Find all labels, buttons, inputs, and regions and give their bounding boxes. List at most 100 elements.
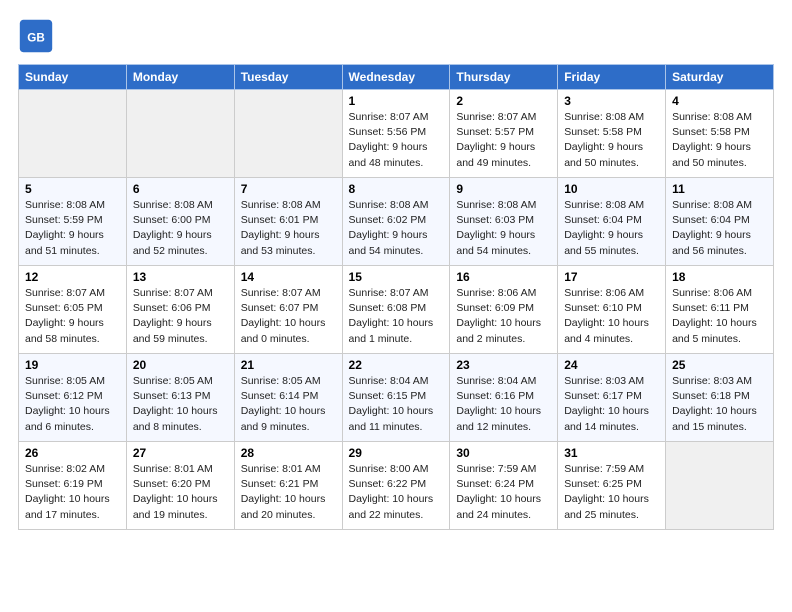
calendar-day-21: 21Sunrise: 8:05 AM Sunset: 6:14 PM Dayli… — [234, 354, 342, 442]
weekday-header-saturday: Saturday — [666, 65, 774, 90]
day-info: Sunrise: 8:03 AM Sunset: 6:18 PM Dayligh… — [672, 374, 767, 435]
day-number: 23 — [456, 358, 551, 372]
day-info: Sunrise: 8:06 AM Sunset: 6:09 PM Dayligh… — [456, 286, 551, 347]
calendar-day-3: 3 Sunrise: 8:08 AM Sunset: 5:58 PM Daylig… — [558, 90, 666, 178]
day-info: Sunrise: 8:04 AM Sunset: 6:15 PM Dayligh… — [349, 374, 444, 435]
calendar-week-row: 19 Sunrise: 8:05 AM Sunset: 6:12 PM Dayli… — [19, 354, 774, 442]
day-info: Sunrise: 8:08 AM Sunset: 6:04 PM Dayligh… — [672, 198, 767, 259]
logo: GB — [18, 18, 60, 54]
day-info: Sunrise: 8:08 AM Sunset: 6:04 PM Dayligh… — [564, 198, 659, 259]
day-info: Sunrise: 8:05 AM Sunset: 6:12 PM Dayligh… — [25, 374, 120, 435]
calendar-day-23: 23 Sunrise: 8:04 AM Sunset: 6:16 PM Dayli… — [450, 354, 558, 442]
day-number: 1 — [349, 94, 444, 108]
day-info: Sunrise: 8:05 AM Sunset: 6:13 PM Dayligh… — [133, 374, 228, 435]
day-info: Sunrise: 8:03 AM Sunset: 6:17 PM Dayligh… — [564, 374, 659, 435]
day-info: Sunrise: 8:01 AM Sunset: 6:20 PM Dayligh… — [133, 462, 228, 523]
calendar-day-6: 6 Sunrise: 8:08 AM Sunset: 6:00 PM Daylig… — [126, 178, 234, 266]
day-number: 14 — [241, 270, 336, 284]
svg-text:GB: GB — [27, 31, 45, 44]
calendar-week-row: 12 Sunrise: 8:07 AM Sunset: 6:05 PM Dayli… — [19, 266, 774, 354]
day-number: 12 — [25, 270, 120, 284]
calendar-week-row: 5 Sunrise: 8:08 AM Sunset: 5:59 PM Daylig… — [19, 178, 774, 266]
calendar-day-8: 8 Sunrise: 8:08 AM Sunset: 6:02 PM Daylig… — [342, 178, 450, 266]
day-info: Sunrise: 8:08 AM Sunset: 6:00 PM Dayligh… — [133, 198, 228, 259]
day-info: Sunrise: 8:07 AM Sunset: 6:06 PM Dayligh… — [133, 286, 228, 347]
day-info: Sunrise: 8:08 AM Sunset: 6:02 PM Dayligh… — [349, 198, 444, 259]
day-number: 10 — [564, 182, 659, 196]
day-info: Sunrise: 8:08 AM Sunset: 6:03 PM Dayligh… — [456, 198, 551, 259]
weekday-header-friday: Friday — [558, 65, 666, 90]
day-info: Sunrise: 7:59 AM Sunset: 6:25 PM Dayligh… — [564, 462, 659, 523]
day-info: Sunrise: 8:00 AM Sunset: 6:22 PM Dayligh… — [349, 462, 444, 523]
calendar-day-31: 31 Sunrise: 7:59 AM Sunset: 6:25 PM Dayli… — [558, 442, 666, 530]
calendar-day-17: 17 Sunrise: 8:06 AM Sunset: 6:10 PM Dayli… — [558, 266, 666, 354]
day-number: 8 — [349, 182, 444, 196]
calendar-day-20: 20 Sunrise: 8:05 AM Sunset: 6:13 PM Dayli… — [126, 354, 234, 442]
day-number: 9 — [456, 182, 551, 196]
calendar-day-22: 22 Sunrise: 8:04 AM Sunset: 6:15 PM Dayli… — [342, 354, 450, 442]
day-number: 6 — [133, 182, 228, 196]
weekday-header-wednesday: Wednesday — [342, 65, 450, 90]
calendar-week-row: 26 Sunrise: 8:02 AM Sunset: 6:19 PM Dayli… — [19, 442, 774, 530]
day-number: 19 — [25, 358, 120, 372]
day-info: Sunrise: 7:59 AM Sunset: 6:24 PM Dayligh… — [456, 462, 551, 523]
day-number: 31 — [564, 446, 659, 460]
day-info: Sunrise: 8:06 AM Sunset: 6:10 PM Dayligh… — [564, 286, 659, 347]
day-info: Sunrise: 8:08 AM Sunset: 5:59 PM Dayligh… — [25, 198, 120, 259]
calendar-day-19: 19 Sunrise: 8:05 AM Sunset: 6:12 PM Dayli… — [19, 354, 127, 442]
calendar-day-2: 2Sunrise: 8:07 AM Sunset: 5:57 PM Daylig… — [450, 90, 558, 178]
day-info: Sunrise: 8:07 AM Sunset: 6:07 PM Dayligh… — [241, 286, 336, 347]
calendar-day-empty — [666, 442, 774, 530]
day-info: Sunrise: 8:07 AM Sunset: 5:56 PM Dayligh… — [349, 110, 444, 171]
day-number: 22 — [349, 358, 444, 372]
header: GB — [18, 18, 774, 54]
weekday-header-tuesday: Tuesday — [234, 65, 342, 90]
calendar-day-30: 30Sunrise: 7:59 AM Sunset: 6:24 PM Dayli… — [450, 442, 558, 530]
day-info: Sunrise: 8:07 AM Sunset: 6:05 PM Dayligh… — [25, 286, 120, 347]
calendar-day-25: 25 Sunrise: 8:03 AM Sunset: 6:18 PM Dayli… — [666, 354, 774, 442]
day-number: 13 — [133, 270, 228, 284]
calendar-day-empty — [19, 90, 127, 178]
day-info: Sunrise: 8:08 AM Sunset: 5:58 PM Dayligh… — [564, 110, 659, 171]
logo-icon: GB — [18, 18, 54, 54]
day-number: 11 — [672, 182, 767, 196]
calendar-day-4: 4Sunrise: 8:08 AM Sunset: 5:58 PM Daylig… — [666, 90, 774, 178]
day-info: Sunrise: 8:01 AM Sunset: 6:21 PM Dayligh… — [241, 462, 336, 523]
day-number: 20 — [133, 358, 228, 372]
calendar-day-7: 7 Sunrise: 8:08 AM Sunset: 6:01 PM Daylig… — [234, 178, 342, 266]
day-number: 26 — [25, 446, 120, 460]
day-number: 17 — [564, 270, 659, 284]
day-info: Sunrise: 8:02 AM Sunset: 6:19 PM Dayligh… — [25, 462, 120, 523]
day-number: 21 — [241, 358, 336, 372]
calendar-table: SundayMondayTuesdayWednesdayThursdayFrid… — [18, 64, 774, 530]
day-info: Sunrise: 8:04 AM Sunset: 6:16 PM Dayligh… — [456, 374, 551, 435]
calendar-day-11: 11 Sunrise: 8:08 AM Sunset: 6:04 PM Dayli… — [666, 178, 774, 266]
day-number: 7 — [241, 182, 336, 196]
calendar-day-14: 14 Sunrise: 8:07 AM Sunset: 6:07 PM Dayli… — [234, 266, 342, 354]
calendar-day-29: 29 Sunrise: 8:00 AM Sunset: 6:22 PM Dayli… — [342, 442, 450, 530]
day-number: 29 — [349, 446, 444, 460]
weekday-header-row: SundayMondayTuesdayWednesdayThursdayFrid… — [19, 65, 774, 90]
day-info: Sunrise: 8:07 AM Sunset: 6:08 PM Dayligh… — [349, 286, 444, 347]
calendar-day-27: 27 Sunrise: 8:01 AM Sunset: 6:20 PM Dayli… — [126, 442, 234, 530]
day-number: 16 — [456, 270, 551, 284]
calendar-day-28: 28 Sunrise: 8:01 AM Sunset: 6:21 PM Dayli… — [234, 442, 342, 530]
day-info: Sunrise: 8:06 AM Sunset: 6:11 PM Dayligh… — [672, 286, 767, 347]
calendar-day-1: 1 Sunrise: 8:07 AM Sunset: 5:56 PM Daylig… — [342, 90, 450, 178]
day-number: 5 — [25, 182, 120, 196]
day-number: 27 — [133, 446, 228, 460]
page: GB SundayMondayTuesdayWednesdayThursdayF… — [0, 0, 792, 540]
day-number: 25 — [672, 358, 767, 372]
day-number: 3 — [564, 94, 659, 108]
calendar-day-18: 18 Sunrise: 8:06 AM Sunset: 6:11 PM Dayli… — [666, 266, 774, 354]
day-info: Sunrise: 8:08 AM Sunset: 5:58 PM Dayligh… — [672, 110, 767, 171]
weekday-header-thursday: Thursday — [450, 65, 558, 90]
calendar-day-5: 5 Sunrise: 8:08 AM Sunset: 5:59 PM Daylig… — [19, 178, 127, 266]
day-number: 28 — [241, 446, 336, 460]
day-number: 18 — [672, 270, 767, 284]
calendar-day-9: 9 Sunrise: 8:08 AM Sunset: 6:03 PM Daylig… — [450, 178, 558, 266]
day-info: Sunrise: 8:08 AM Sunset: 6:01 PM Dayligh… — [241, 198, 336, 259]
day-number: 24 — [564, 358, 659, 372]
calendar-day-13: 13 Sunrise: 8:07 AM Sunset: 6:06 PM Dayli… — [126, 266, 234, 354]
calendar-day-empty — [126, 90, 234, 178]
